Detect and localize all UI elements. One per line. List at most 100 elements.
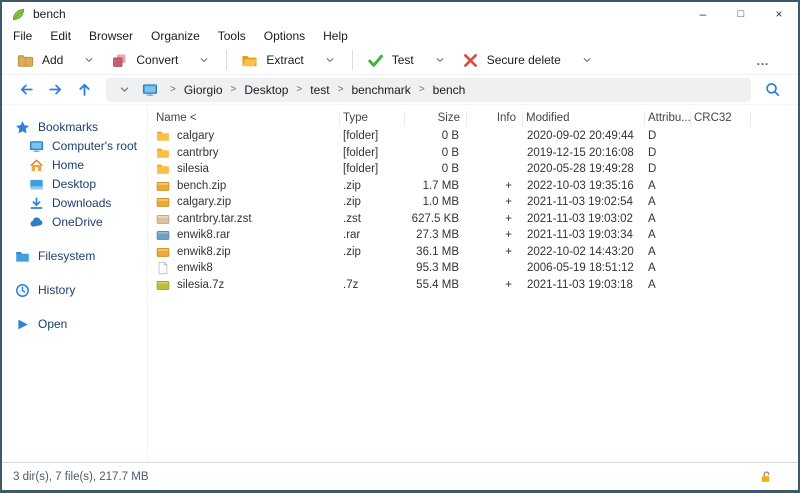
- toolbar-button-label: Convert: [136, 53, 179, 67]
- peazip-window: bench – □ × File Edit Browser Organize Tools…: [0, 0, 800, 493]
- file-row-enwik8-zip[interactable]: enwik8.zip .zip 36.1 MB + 2022-10-02 14:…: [153, 244, 798, 261]
- sidebar-item-open[interactable]: Open: [2, 315, 147, 333]
- chevron-down-icon[interactable]: [574, 51, 600, 69]
- file-name: enwik8: [177, 262, 213, 275]
- add-archive-icon: [17, 52, 34, 69]
- sidebar-item-home[interactable]: Home: [2, 156, 147, 174]
- menu-item-edit[interactable]: Edit: [41, 27, 80, 46]
- file-type: .7z: [343, 278, 359, 291]
- menu-item-options[interactable]: Options: [255, 27, 314, 46]
- maximize-button[interactable]: □: [722, 2, 760, 26]
- sidebar-item-computer-s-root[interactable]: Computer's root: [2, 137, 147, 155]
- file-attributes: A: [648, 245, 656, 258]
- address-bar: > Giorgio > Desktop > test > benchmark >…: [2, 74, 798, 104]
- breadcrumb-items: > Giorgio > Desktop > test > benchmark >…: [162, 83, 465, 97]
- column-header-info[interactable]: Info: [467, 111, 523, 126]
- file-type: .zst: [343, 212, 361, 225]
- crumb-desktop[interactable]: > Desktop: [223, 83, 289, 97]
- status-text: 3 dir(s), 7 file(s), 217.7 MB: [13, 470, 149, 483]
- file-info: +: [505, 245, 512, 258]
- crumb-bench[interactable]: > bench: [411, 83, 466, 97]
- file-row-silesia[interactable]: silesia [folder] 0 B 2020-05-28 19:49:28…: [153, 161, 798, 178]
- chevron-down-icon[interactable]: [191, 51, 217, 69]
- toolbar-button-label: Add: [42, 53, 64, 67]
- sidebar: Bookmarks Computer's root Home Desktop D…: [2, 105, 148, 462]
- file-attributes: A: [648, 196, 656, 209]
- file-row-silesia-7z[interactable]: silesia.7z .7z 55.4 MB + 2021-11-03 19:0…: [153, 277, 798, 294]
- window-controls: – □ ×: [684, 2, 798, 26]
- forward-button[interactable]: [42, 78, 69, 102]
- file-row-cantrbry[interactable]: cantrbry [folder] 0 B 2019-12-15 20:16:0…: [153, 145, 798, 162]
- zip-icon: [156, 195, 170, 209]
- file-attributes: D: [648, 146, 657, 159]
- cloud-icon: [29, 215, 44, 230]
- file-type: .zip: [343, 196, 361, 209]
- file-rows: calgary [folder] 0 B 2020-09-02 20:49:44…: [153, 128, 798, 462]
- column-header-attributes[interactable]: Attribu...: [645, 111, 691, 126]
- file-modified: 2006-05-19 18:51:12: [527, 262, 634, 275]
- file-name: cantrbry: [177, 146, 219, 159]
- breadcrumb[interactable]: > Giorgio > Desktop > test > benchmark >…: [106, 77, 751, 102]
- file-type: [folder]: [343, 163, 379, 176]
- file-modified: 2020-09-02 20:49:44: [527, 130, 634, 143]
- file-row-enwik8[interactable]: enwik8 95.3 MB 2006-05-19 18:51:12 A: [153, 260, 798, 277]
- menu-item-help[interactable]: Help: [314, 27, 357, 46]
- toolbar-button-main[interactable]: Add: [12, 49, 68, 72]
- column-header-modified[interactable]: Modified: [523, 111, 645, 126]
- chevron-down-icon[interactable]: [317, 51, 343, 69]
- column-header-crc32[interactable]: CRC32: [691, 111, 751, 126]
- file-modified: 2021-11-03 19:02:54: [527, 196, 633, 209]
- menu-item-organize[interactable]: Organize: [142, 27, 209, 46]
- file-attributes: A: [648, 262, 656, 275]
- crumb-benchmark[interactable]: > benchmark: [330, 83, 411, 97]
- breadcrumb-separator: >: [170, 84, 176, 95]
- lock-open-icon[interactable]: [759, 470, 773, 484]
- file-row-bench-zip[interactable]: bench.zip .zip 1.7 MB + 2022-10-03 19:35…: [153, 178, 798, 195]
- toolbar-button-main[interactable]: Test: [362, 49, 419, 72]
- sidebar-item-downloads[interactable]: Downloads: [2, 194, 147, 212]
- file-modified: 2019-12-15 20:16:08: [527, 146, 634, 159]
- sidebar-item-filesystem[interactable]: Filesystem: [2, 247, 147, 265]
- breadcrumb-separator: >: [296, 84, 303, 95]
- toolbar-buttons: Add Convert Extract Test Secure delete: [12, 49, 604, 72]
- toolbar-button-main[interactable]: Extract: [236, 49, 308, 72]
- file-modified: 2020-05-28 19:49:28: [527, 163, 634, 176]
- zip-icon: [156, 179, 170, 193]
- column-header-name[interactable]: Name <: [153, 111, 340, 126]
- menu-item-browser[interactable]: Browser: [80, 27, 142, 46]
- search-button[interactable]: [757, 78, 787, 102]
- menubar: File Edit Browser Organize Tools Options Help: [2, 26, 798, 46]
- file-size: 0 B: [441, 163, 459, 176]
- sidebar-item-bookmarks[interactable]: Bookmarks: [2, 118, 147, 136]
- toolbar-button-extract: Extract: [236, 49, 342, 72]
- sidebar-item-history[interactable]: History: [2, 281, 147, 299]
- menu-item-tools[interactable]: Tools: [209, 27, 255, 46]
- chevron-down-icon[interactable]: [76, 51, 102, 69]
- arrow-right-icon: [47, 81, 64, 98]
- sidebar-item-desktop[interactable]: Desktop: [2, 175, 147, 193]
- chevron-down-icon[interactable]: [427, 51, 453, 69]
- close-button[interactable]: ×: [760, 2, 798, 26]
- toolbar-button-main[interactable]: Convert: [106, 49, 183, 72]
- file-row-cantrbry-tar-zst[interactable]: cantrbry.tar.zst .zst 627.5 KB + 2021-11…: [153, 211, 798, 228]
- menu-item-file[interactable]: File: [4, 27, 41, 46]
- column-header-type[interactable]: Type: [340, 111, 405, 126]
- toolbar-button-label: Secure delete: [486, 53, 561, 67]
- file-name: bench.zip: [177, 179, 227, 192]
- back-button[interactable]: [13, 78, 40, 102]
- crumb-test[interactable]: > test: [288, 83, 329, 97]
- sidebar-item-onedrive[interactable]: OneDrive: [2, 213, 147, 231]
- file-size: 0 B: [441, 130, 459, 143]
- minimize-button[interactable]: –: [684, 2, 722, 26]
- file-row-calgary-zip[interactable]: calgary.zip .zip 1.0 MB + 2021-11-03 19:…: [153, 194, 798, 211]
- file-row-calgary[interactable]: calgary [folder] 0 B 2020-09-02 20:49:44…: [153, 128, 798, 145]
- address-dropdown-chevron-icon[interactable]: [115, 82, 134, 97]
- column-header-spacer: [751, 111, 798, 126]
- crumb-giorgio[interactable]: > Giorgio: [162, 83, 223, 97]
- file-row-enwik8-rar[interactable]: enwik8.rar .rar 27.3 MB + 2021-11-03 19:…: [153, 227, 798, 244]
- up-button[interactable]: [71, 78, 98, 102]
- toolbar-button-main[interactable]: Secure delete: [457, 49, 566, 72]
- toolbar-more-button[interactable]: …: [756, 53, 770, 68]
- file-size: 627.5 KB: [411, 212, 459, 225]
- column-header-size[interactable]: Size: [405, 111, 467, 126]
